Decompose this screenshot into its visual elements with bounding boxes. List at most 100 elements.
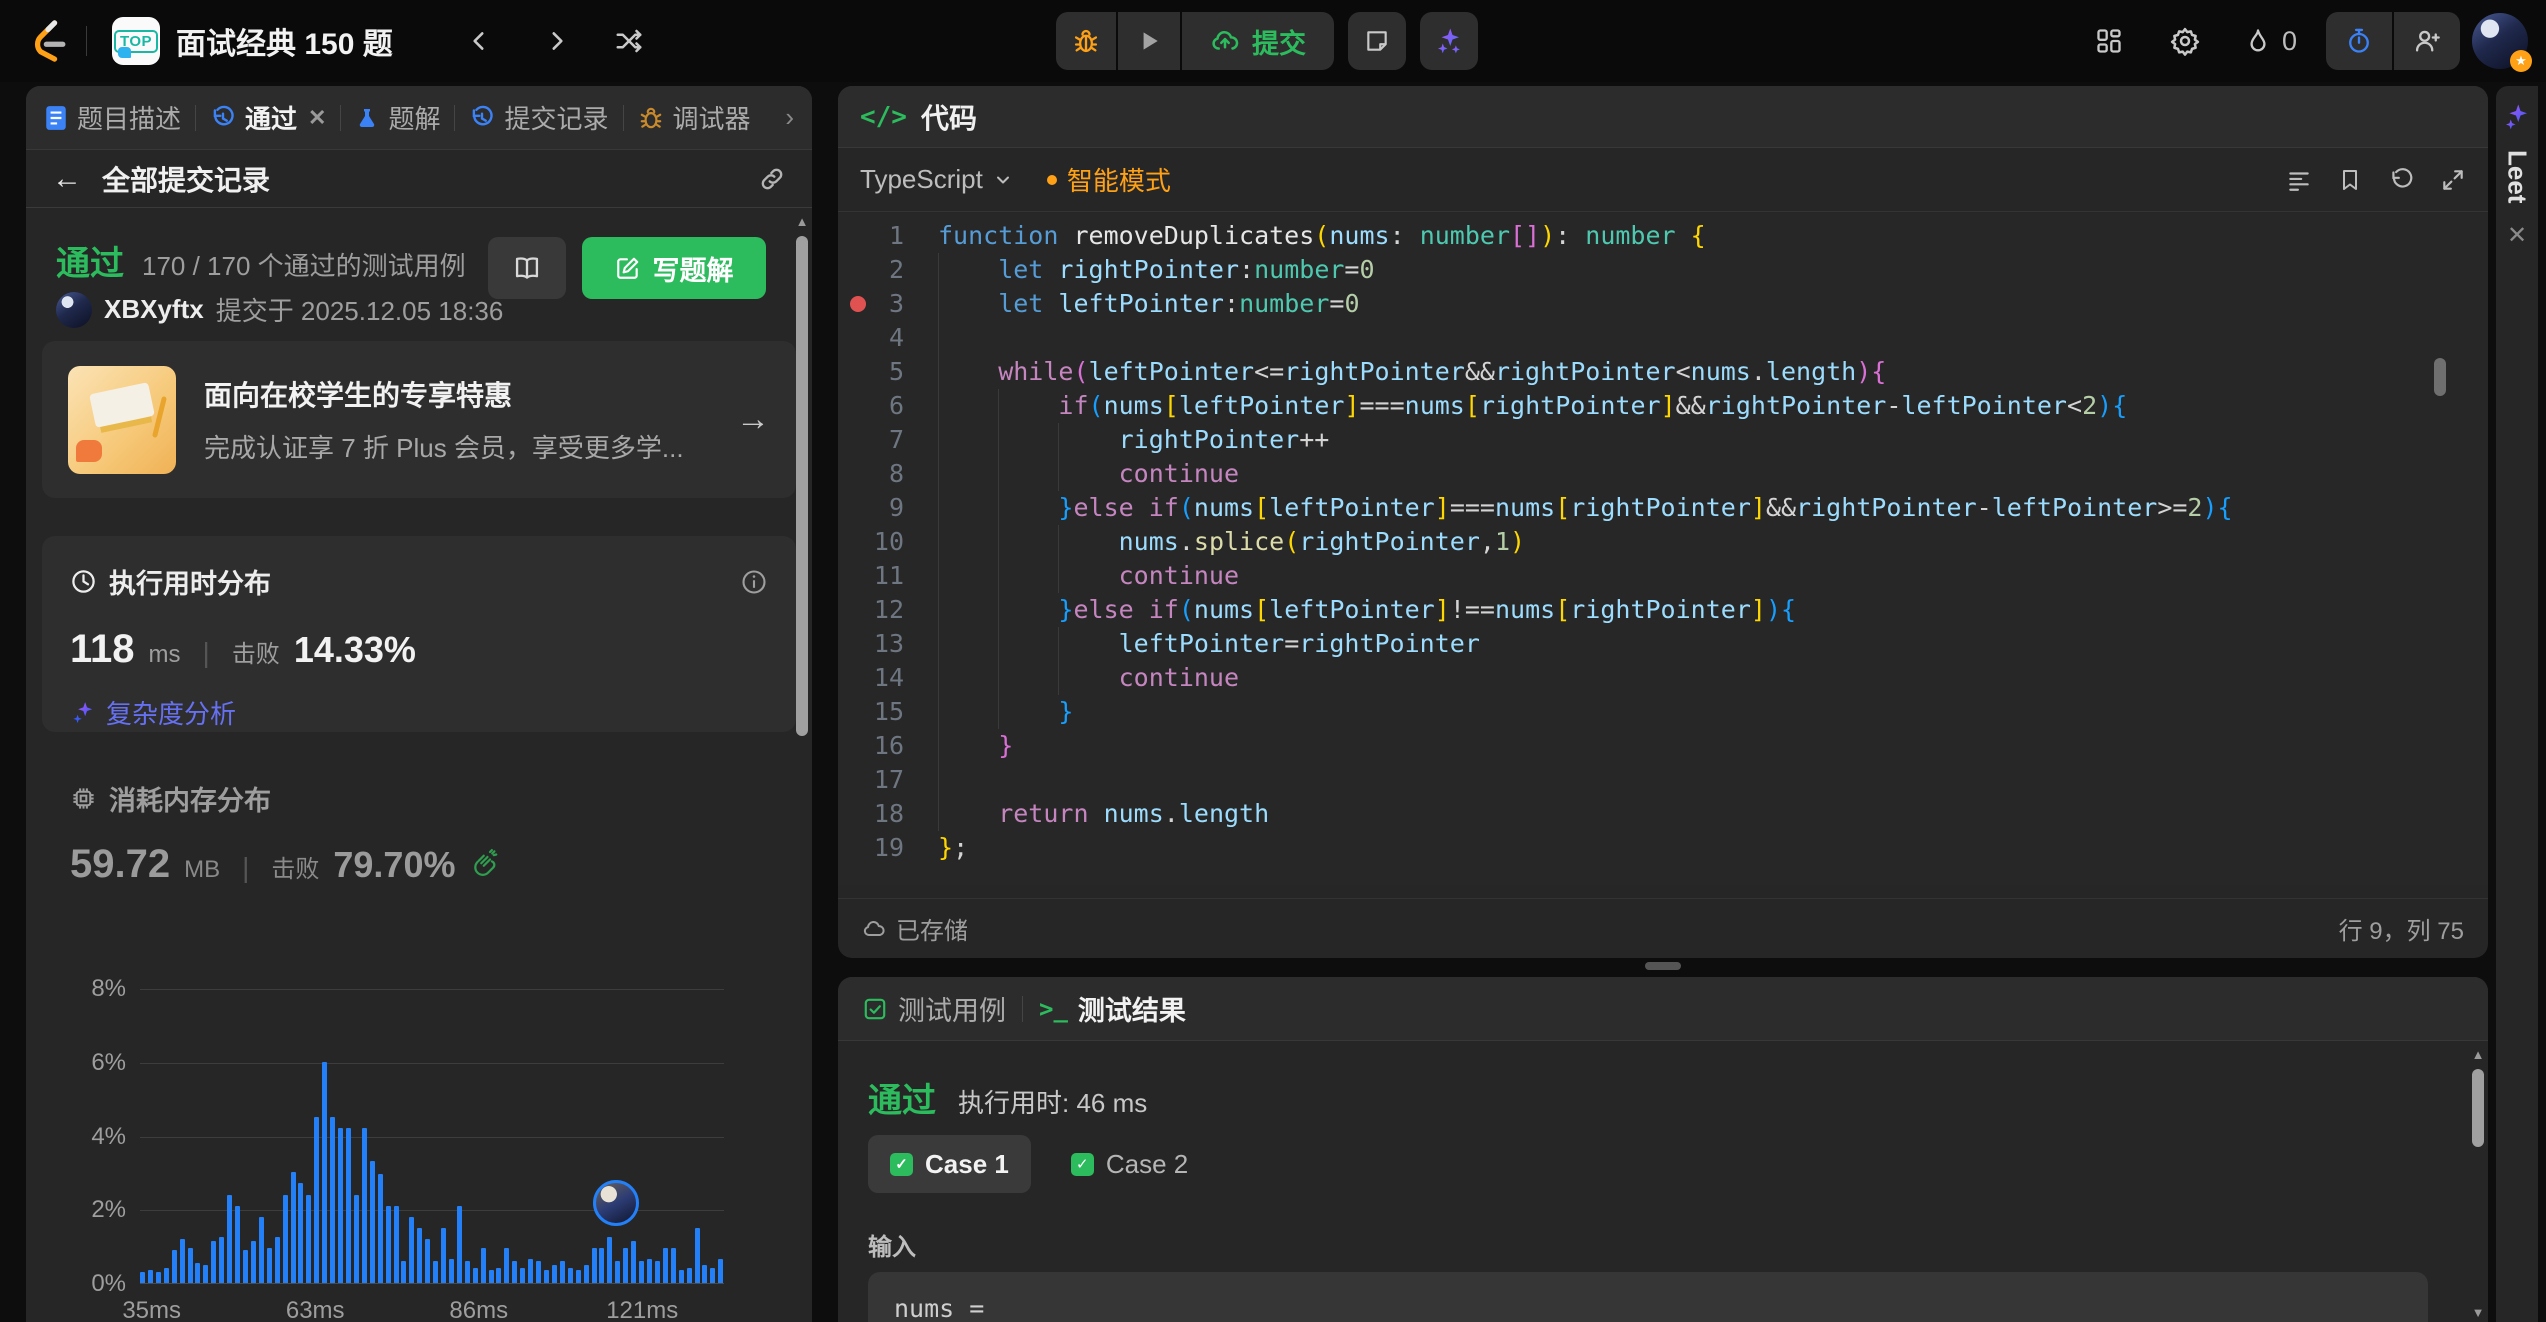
- settings-gear-icon[interactable]: [2168, 24, 2202, 58]
- author-avatar[interactable]: [56, 292, 92, 328]
- histogram-bar[interactable]: [314, 1117, 319, 1283]
- histogram-bar[interactable]: [267, 1248, 272, 1283]
- histogram-bar[interactable]: [425, 1239, 430, 1283]
- code-line[interactable]: 14continue: [838, 661, 2488, 695]
- code-editor[interactable]: 1function removeDuplicates(nums: number[…: [838, 213, 2488, 885]
- histogram-bar[interactable]: [433, 1261, 438, 1283]
- histogram-bar[interactable]: [164, 1268, 169, 1283]
- invite-user-button[interactable]: [2394, 12, 2460, 70]
- my-submission-marker[interactable]: [593, 1180, 639, 1226]
- histogram-bar[interactable]: [449, 1259, 454, 1283]
- histogram-bar[interactable]: [330, 1117, 335, 1283]
- histogram-bar[interactable]: [599, 1248, 604, 1283]
- histogram-bar[interactable]: [687, 1268, 692, 1283]
- histogram-bar[interactable]: [607, 1237, 612, 1283]
- left-panel-scrollbar[interactable]: ▲: [794, 214, 810, 1322]
- code-line[interactable]: 3let leftPointer:number=0: [838, 287, 2488, 321]
- language-select[interactable]: TypeScript: [860, 164, 1013, 195]
- histogram-bar[interactable]: [401, 1261, 406, 1283]
- histogram-bar[interactable]: [481, 1248, 486, 1283]
- code-line[interactable]: 2let rightPointer:number=0: [838, 253, 2488, 287]
- memory-section[interactable]: 消耗内存分布 59.72 MB | 击败 79.70%: [70, 779, 796, 887]
- user-avatar[interactable]: ★: [2472, 13, 2528, 69]
- histogram-bar[interactable]: [639, 1261, 644, 1283]
- panel-resize-handle[interactable]: [1645, 962, 1681, 970]
- case-2-button[interactable]: ✓ Case 2: [1049, 1135, 1210, 1193]
- histogram-bar[interactable]: [465, 1261, 470, 1283]
- histogram-bar[interactable]: [180, 1239, 185, 1283]
- histogram-bar[interactable]: [259, 1217, 264, 1283]
- histogram-bar[interactable]: [235, 1206, 240, 1283]
- histogram-bar[interactable]: [544, 1270, 549, 1283]
- histogram-bar[interactable]: [298, 1183, 303, 1283]
- histogram-bar[interactable]: [219, 1237, 224, 1283]
- histogram-bar[interactable]: [306, 1195, 311, 1284]
- code-line[interactable]: 15}: [838, 695, 2488, 729]
- promo-arrow-icon[interactable]: →: [736, 400, 770, 439]
- histogram-bar[interactable]: [592, 1248, 597, 1283]
- code-line[interactable]: 7rightPointer++: [838, 423, 2488, 457]
- streak-flame[interactable]: 0: [2244, 0, 2297, 82]
- histogram-bar[interactable]: [504, 1248, 509, 1283]
- scroll-up-icon[interactable]: ▲: [2470, 1047, 2486, 1062]
- tab-description[interactable]: 题目描述: [44, 99, 195, 136]
- histogram-bar[interactable]: [671, 1248, 676, 1283]
- tab-testresult[interactable]: >_ 测试结果: [1039, 989, 1186, 1028]
- breakpoint-icon[interactable]: [850, 296, 866, 312]
- histogram-bar[interactable]: [584, 1265, 589, 1283]
- histogram-bar[interactable]: [718, 1259, 723, 1283]
- reset-code-icon[interactable]: [2388, 167, 2414, 193]
- code-line[interactable]: 6if(nums[leftPointer]===nums[rightPointe…: [838, 389, 2488, 423]
- histogram-bar[interactable]: [338, 1128, 343, 1283]
- run-button[interactable]: [1118, 12, 1180, 70]
- runtime-card[interactable]: 执行用时分布 118 ms | 击败 14.33%: [42, 536, 796, 732]
- histogram-bar[interactable]: [354, 1195, 359, 1284]
- code-line[interactable]: 12}else if(nums[leftPointer]!==nums[righ…: [838, 593, 2488, 627]
- histogram-bar[interactable]: [409, 1217, 414, 1283]
- close-tab-icon[interactable]: ✕: [308, 105, 326, 131]
- code-line[interactable]: 4: [838, 321, 2488, 355]
- tab-submissions[interactable]: 提交记录: [455, 99, 622, 136]
- histogram-bar[interactable]: [243, 1250, 248, 1283]
- code-line[interactable]: 1function removeDuplicates(nums: number[…: [838, 219, 2488, 253]
- note-button[interactable]: [1348, 12, 1406, 70]
- histogram-bar[interactable]: [394, 1206, 399, 1283]
- debug-button[interactable]: [1056, 12, 1116, 70]
- histogram-bar[interactable]: [631, 1241, 636, 1283]
- histogram-bar[interactable]: [203, 1265, 208, 1283]
- tab-accepted[interactable]: 通过 ✕: [196, 99, 340, 136]
- copy-link-icon[interactable]: [758, 165, 786, 193]
- histogram-bar[interactable]: [211, 1241, 216, 1283]
- code-line[interactable]: 13leftPointer=rightPointer: [838, 627, 2488, 661]
- close-icon[interactable]: ✕: [2507, 221, 2527, 250]
- histogram-bar[interactable]: [386, 1206, 391, 1283]
- histogram-bar[interactable]: [489, 1270, 494, 1283]
- view-solutions-button[interactable]: [488, 237, 566, 299]
- histogram-bar[interactable]: [568, 1268, 573, 1283]
- histogram-bar[interactable]: [283, 1195, 288, 1284]
- histogram-bar[interactable]: [291, 1172, 296, 1283]
- histogram-bar[interactable]: [695, 1228, 700, 1283]
- back-arrow-icon[interactable]: ←: [52, 162, 82, 196]
- scroll-up-icon[interactable]: ▲: [794, 214, 810, 229]
- fullscreen-icon[interactable]: [2440, 167, 2466, 193]
- ai-sidebar-collapsed[interactable]: Leet ✕: [2496, 86, 2538, 1322]
- tab-testcases[interactable]: 测试用例: [862, 989, 1006, 1028]
- case-1-button[interactable]: ✓ Case 1: [868, 1135, 1031, 1193]
- student-promo-card[interactable]: 面向在校学生的专享特惠 完成认证享 7 折 Plus 会员，享受更多学... →: [42, 341, 796, 498]
- histogram-bar[interactable]: [528, 1259, 533, 1283]
- histogram-bar[interactable]: [251, 1241, 256, 1283]
- format-code-icon[interactable]: [2286, 167, 2312, 193]
- histogram-bar[interactable]: [710, 1268, 715, 1283]
- histogram-bar[interactable]: [362, 1128, 367, 1283]
- histogram-bar[interactable]: [647, 1259, 652, 1283]
- code-line[interactable]: 11continue: [838, 559, 2488, 593]
- histogram-bar[interactable]: [560, 1261, 565, 1283]
- code-line[interactable]: 9}else if(nums[leftPointer]===nums[right…: [838, 491, 2488, 525]
- histogram-bar[interactable]: [441, 1228, 446, 1283]
- test-scrollbar-thumb[interactable]: [2472, 1069, 2484, 1147]
- histogram-bar[interactable]: [520, 1268, 525, 1283]
- histogram-bar[interactable]: [195, 1263, 200, 1283]
- histogram-bar[interactable]: [512, 1261, 517, 1283]
- histogram-bar[interactable]: [370, 1161, 375, 1283]
